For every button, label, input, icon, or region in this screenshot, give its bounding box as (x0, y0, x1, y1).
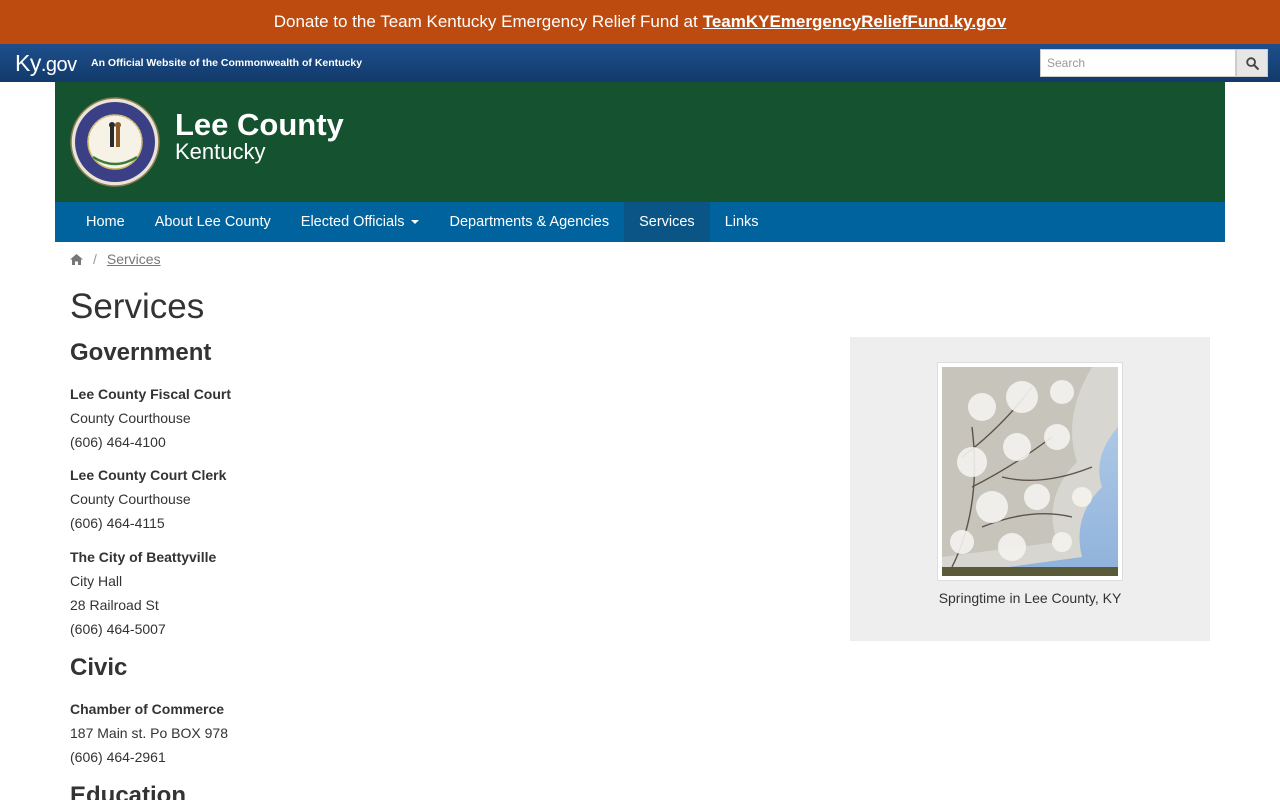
nav-about-lee-county[interactable]: About Lee County (140, 202, 286, 242)
sidebar-photo-box: Springtime in Lee County, KY (850, 337, 1210, 641)
org-item: Lee County Court Clerk County Courthouse… (70, 463, 770, 535)
org-location: City Hall (70, 573, 123, 589)
springtime-tree-photo[interactable] (942, 367, 1118, 576)
photo-caption: Springtime in Lee County, KY (938, 590, 1122, 606)
section-heading-civic: Civic (70, 654, 128, 681)
breadcrumb-separator: / (93, 251, 97, 267)
home-icon[interactable] (70, 253, 83, 265)
section-heading-education: Education (70, 782, 187, 800)
official-website-text: An Official Website of the Commonwealth … (91, 57, 363, 69)
breadcrumb-services[interactable]: Services (107, 251, 161, 267)
county-title[interactable]: Lee County (175, 107, 344, 143)
org-phone: (606) 464-4100 (70, 434, 166, 450)
search-button[interactable] (1236, 49, 1268, 77)
nav-elected-officials[interactable]: Elected Officials (286, 202, 435, 242)
nav-departments-agencies[interactable]: Departments & Agencies (434, 202, 624, 242)
kygov-bar: Ky.gov An Official Website of the Common… (0, 44, 1280, 82)
kentucky-seal-logo[interactable] (70, 97, 160, 187)
org-address: 187 Main st. Po BOX 978 (70, 725, 228, 741)
org-location: County Courthouse (70, 410, 191, 426)
org-location: County Courthouse (70, 491, 191, 507)
org-item: The City of Beattyville City Hall 28 Rai… (70, 545, 770, 641)
breadcrumb: / Services (70, 251, 161, 267)
org-phone: (606) 464-5007 (70, 621, 166, 637)
org-name: Lee County Court Clerk (70, 467, 227, 483)
county-subtitle: Kentucky (175, 139, 266, 164)
section-heading-government: Government (70, 339, 212, 366)
search-icon (1245, 56, 1259, 70)
org-item: Lee County Fiscal Court County Courthous… (70, 382, 770, 454)
page-title: Services (70, 287, 205, 326)
org-name: The City of Beattyville (70, 549, 217, 565)
main-content: Services Government Lee County Fiscal Co… (70, 284, 770, 800)
org-item: Chamber of Commerce 187 Main st. Po BOX … (70, 697, 770, 769)
main-nav: Home About Lee County Elected Officials … (55, 202, 1225, 242)
nav-links[interactable]: Links (710, 202, 774, 242)
org-phone: (606) 464-2961 (70, 749, 166, 765)
nav-home[interactable]: Home (71, 202, 140, 242)
nav-services[interactable]: Services (624, 202, 710, 242)
org-name: Chamber of Commerce (70, 701, 225, 717)
org-phone: (606) 464-4115 (70, 515, 165, 531)
kygov-logo[interactable]: Ky.gov (15, 50, 77, 77)
caret-down-icon (411, 220, 420, 224)
donate-text: Donate to the Team Kentucky Emergency Re… (273, 12, 698, 31)
photo-frame (937, 362, 1123, 581)
site-header: Lee County Kentucky (55, 82, 1225, 202)
org-address: 28 Railroad St (70, 597, 159, 613)
org-name: Lee County Fiscal Court (70, 386, 232, 402)
search-input[interactable] (1040, 49, 1236, 77)
donate-link[interactable]: TeamKYEmergencyReliefFund.ky.gov (703, 12, 1007, 32)
donate-banner: Donate to the Team Kentucky Emergency Re… (0, 0, 1280, 44)
